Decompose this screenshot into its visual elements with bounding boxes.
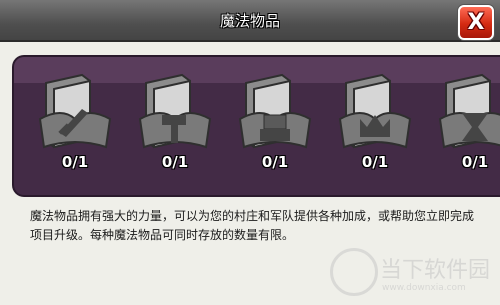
item-slot-crown[interactable]: 0/1 [336,67,414,185]
description-text: 魔法物品拥有强大的力量，可以为您的村庄和军队提供各种加成，或帮助您立即完成项目升… [30,209,475,242]
item-slot-hammer[interactable]: 0/1 [136,67,214,185]
close-button[interactable]: X [458,5,494,40]
watermark-logo [330,248,378,296]
crown-book-icon [338,73,412,149]
sword-book-icon [38,73,112,149]
item-count: 0/1 [361,153,389,171]
item-slot-hourglass[interactable]: 0/1 [436,67,500,185]
window-title: 魔法物品 [219,12,280,30]
item-count: 0/1 [161,153,189,171]
item-count: 0/1 [61,153,89,171]
window-header: 魔法物品 X [0,0,500,42]
hourglass-book-icon [438,73,500,149]
watermark-name: 当下软件园 [380,258,491,283]
item-count: 0/1 [261,153,289,171]
item-slot-sword[interactable]: 0/1 [36,67,114,185]
watermark: 当下软件园 www.downxia.com [330,248,498,302]
item-count: 0/1 [461,153,489,171]
items-tray: 0/1 0/1 0/1 0/1 0/1 [12,55,500,197]
watermark-url: www.downxia.com [382,283,466,293]
hammer-book-icon [138,73,212,149]
stump-book-icon [238,73,312,149]
magic-items-window: 魔法物品 X 0/1 0/1 0/1 0/1 0/1 魔法物品拥有强大的力量，可… [0,0,500,305]
item-slot-stump[interactable]: 0/1 [236,67,314,185]
